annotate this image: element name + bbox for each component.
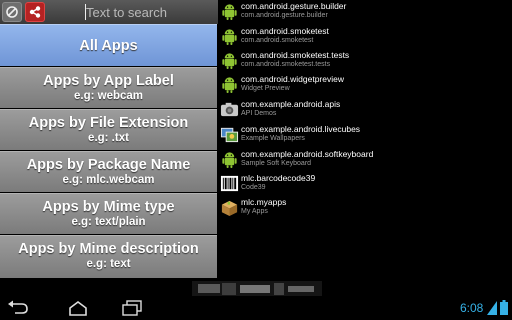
app-package-name: com.example.android.softkeyboard [241, 149, 374, 159]
menu-item-label: Apps by Mime type [42, 199, 175, 215]
share-button[interactable] [25, 2, 45, 22]
menu-item-label: Apps by Mime description [18, 241, 199, 257]
app-label: My Apps [241, 208, 268, 215]
app-package-name: com.example.android.apis [241, 99, 341, 109]
menu-item-label: Apps by App Label [43, 73, 174, 89]
menu-item-example: e.g: mlc.webcam [62, 174, 155, 186]
camera-icon [220, 102, 239, 117]
app-list-item[interactable]: com.android.smoketest com.android.smoket… [218, 25, 512, 49]
menu-all-apps[interactable]: All Apps [0, 24, 217, 66]
app-list: com.android.gesture.builder com.android.… [218, 0, 512, 222]
recent-app-thumbnail [192, 281, 322, 297]
menu-apps-by-mime-description[interactable]: Apps by Mime description e.g: text [0, 235, 217, 278]
app-list-item[interactable]: mlc.myapps My Apps [218, 196, 512, 220]
app-package-name: com.android.smoketest.tests [241, 50, 350, 60]
app-list-item[interactable]: com.example.android.livecubes Example Wa… [218, 123, 512, 147]
android-robot-icon [222, 29, 237, 46]
menu-item-example: e.g: .txt [88, 132, 129, 144]
android-robot-icon [222, 4, 237, 21]
system-navigation-bar: 6:08 [0, 296, 512, 320]
battery-icon [500, 300, 508, 315]
android-robot-icon [222, 152, 237, 169]
recent-apps-icon[interactable] [120, 300, 144, 316]
app-list-item[interactable]: com.android.gesture.builder com.android.… [218, 0, 512, 24]
home-icon[interactable] [66, 300, 90, 316]
app-label: API Demos [241, 110, 277, 117]
menu-item-example: e.g: text [86, 258, 131, 270]
app-label: Code39 [241, 184, 266, 191]
menu-item-label: Apps by Package Name [26, 157, 191, 173]
barcode-icon [220, 175, 239, 192]
app-list-item[interactable]: com.example.android.apis API Demos [218, 98, 512, 122]
status-clock: 6:08 [460, 301, 484, 315]
back-icon[interactable] [6, 300, 30, 316]
wallpaper-icon [220, 127, 239, 143]
android-robot-icon [222, 53, 237, 70]
app-package-name: com.android.gesture.builder [241, 1, 347, 11]
app-label: com.android.gesture.builder [241, 12, 328, 19]
app-label: Example Wallpapers [241, 135, 305, 142]
wifi-signal-icon [487, 301, 497, 315]
menu-item-example: e.g: webcam [73, 90, 144, 102]
menu-item-label: All Apps [79, 37, 138, 54]
app-label: com.android.smoketest.tests [241, 61, 331, 68]
menu-apps-by-package-name[interactable]: Apps by Package Name e.g: mlc.webcam [0, 151, 217, 192]
menu-item-label: Apps by File Extension [28, 115, 189, 131]
app-package-name: com.example.android.livecubes [241, 124, 361, 134]
app-package-name: com.android.smoketest [241, 26, 329, 36]
menu-item-example: e.g: text/plain [71, 216, 146, 228]
app-package-name: com.android.widgetpreview [241, 74, 344, 84]
app-label: Sample Soft Keyboard [241, 160, 312, 167]
menu-apps-by-mime-type[interactable]: Apps by Mime type e.g: text/plain [0, 193, 217, 234]
app-list-item[interactable]: com.android.smoketest.tests com.android.… [218, 49, 512, 73]
app-list-item[interactable]: com.android.widgetpreview Widget Preview [218, 73, 512, 97]
filter-panel: All Apps Apps by App Label e.g: webcam A… [0, 0, 218, 278]
package-box-icon [221, 200, 238, 217]
search-input[interactable] [86, 3, 214, 21]
app-package-name: mlc.barcodecode39 [241, 173, 316, 183]
app-list-item[interactable]: com.example.android.softkeyboard Sample … [218, 148, 512, 172]
app-label: Widget Preview [241, 85, 290, 92]
share-icon [29, 6, 41, 18]
app-package-name: mlc.myapps [241, 197, 287, 207]
clear-search-button[interactable] [2, 2, 22, 22]
android-robot-icon [222, 77, 237, 94]
menu-apps-by-app-label[interactable]: Apps by App Label e.g: webcam [0, 67, 217, 108]
app-list-item[interactable]: mlc.barcodecode39 Code39 [218, 172, 512, 196]
app-label: com.android.smoketest [241, 37, 314, 44]
search-toolbar [0, 0, 218, 24]
clear-icon [6, 6, 18, 18]
thumbnail-image [192, 281, 322, 297]
menu-apps-by-file-extension[interactable]: Apps by File Extension e.g: .txt [0, 109, 217, 150]
